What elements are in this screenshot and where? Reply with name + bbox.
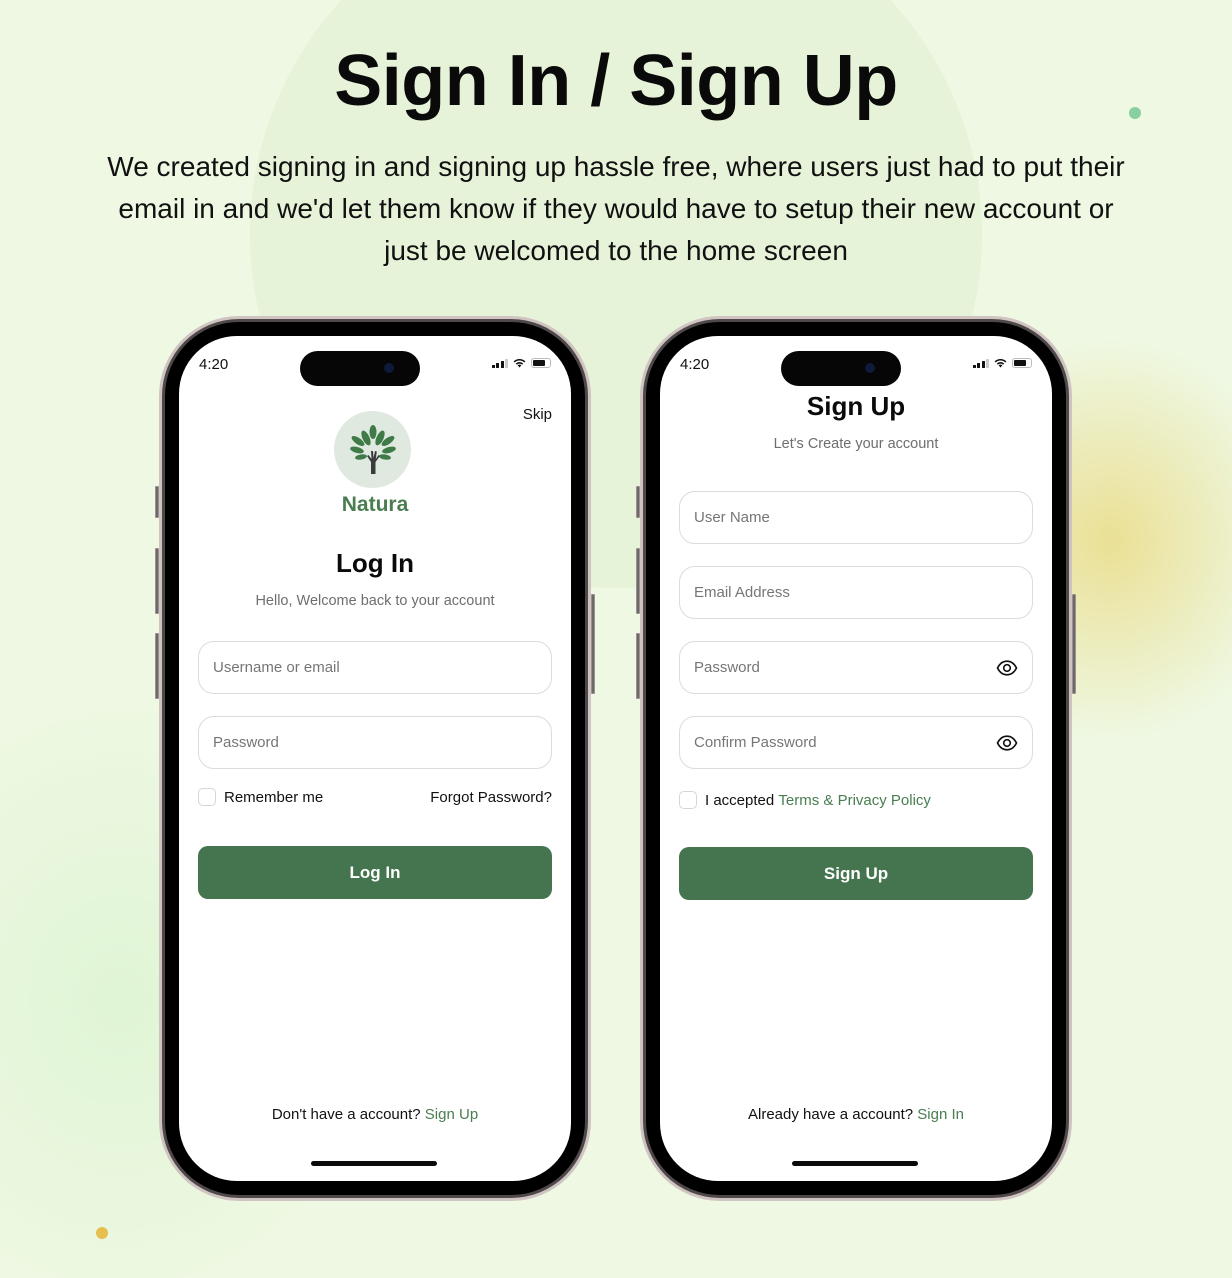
phone-mockup-signup: 4:20 Sign Up Let's Create your account U… [640, 316, 1072, 1201]
username-input[interactable] [213, 659, 537, 676]
password-input[interactable] [694, 659, 996, 676]
wifi-icon [994, 358, 1007, 368]
signin-prompt-text: Already have a account? [748, 1106, 914, 1123]
signin-prompt: Already have a account? Sign In [660, 1106, 1052, 1123]
terms-link[interactable]: Terms & Privacy Policy [778, 792, 931, 809]
username-field[interactable] [198, 641, 552, 694]
volume-up-button [636, 548, 640, 614]
confirm-password-field[interactable] [679, 716, 1033, 769]
wifi-icon [513, 358, 526, 368]
login-title: Log In [336, 548, 414, 578]
signup-title: Sign Up [806, 391, 906, 421]
battery-icon [531, 358, 551, 368]
login-button[interactable]: Log In [198, 846, 552, 899]
signup-screen: 4:20 Sign Up Let's Create your account U… [660, 336, 1052, 1181]
email-field[interactable] [679, 566, 1033, 619]
confirm-password-input[interactable] [694, 734, 996, 751]
volume-down-button [155, 633, 159, 699]
camera-icon [865, 363, 875, 373]
cellular-signal-icon [491, 358, 508, 368]
terms-row: I accepted Terms & Privacy Policy [679, 791, 1033, 809]
signin-link[interactable]: Sign In [917, 1106, 964, 1123]
remember-row: Remember me Forgot Password? [198, 788, 552, 806]
action-button [636, 486, 640, 518]
terms-prefix[interactable]: I accepted [705, 792, 774, 809]
status-icons [972, 358, 1032, 368]
camera-icon [384, 363, 394, 373]
decorative-dot-yellow [96, 1227, 108, 1239]
password-field[interactable] [198, 716, 552, 769]
page-title: Sign In / Sign Up [334, 41, 898, 121]
skip-button[interactable]: Skip [523, 406, 552, 423]
signup-link[interactable]: Sign Up [425, 1106, 478, 1123]
forgot-password-link[interactable]: Forgot Password? [430, 789, 552, 806]
dynamic-island [781, 351, 901, 386]
home-indicator[interactable] [311, 1161, 437, 1166]
remember-me-label[interactable]: Remember me [224, 789, 323, 806]
tree-hand-icon [349, 424, 396, 474]
status-icons [491, 358, 551, 368]
eye-icon[interactable] [996, 732, 1018, 754]
power-button [1072, 594, 1076, 694]
page-description: We created signing in and signing up has… [107, 151, 1125, 266]
volume-down-button [636, 633, 640, 699]
logo [334, 411, 411, 488]
signup-prompt: Don't have a account? Sign Up [179, 1106, 571, 1123]
login-subtitle: Hello, Welcome back to your account [255, 593, 495, 609]
login-screen: 4:20 Skip Natura Log In Hello, Welcome b… [179, 336, 571, 1181]
username-input[interactable] [694, 509, 1018, 526]
action-button [155, 486, 159, 518]
cellular-signal-icon [972, 358, 989, 368]
brand-name: Natura [341, 493, 409, 516]
power-button [591, 594, 595, 694]
phone-mockup-login: 4:20 Skip Natura Log In Hello, Welcome b… [159, 316, 591, 1201]
email-input[interactable] [694, 584, 1018, 601]
eye-icon[interactable] [996, 657, 1018, 679]
volume-up-button [155, 548, 159, 614]
signup-button[interactable]: Sign Up [679, 847, 1033, 900]
status-time: 4:20 [199, 356, 229, 373]
signup-prompt-text: Don't have a account? [271, 1106, 421, 1123]
status-time: 4:20 [680, 356, 710, 373]
home-indicator[interactable] [792, 1161, 918, 1166]
password-field[interactable] [679, 641, 1033, 694]
terms-checkbox[interactable] [679, 791, 697, 809]
username-field[interactable] [679, 491, 1033, 544]
remember-me-checkbox[interactable] [198, 788, 216, 806]
signup-subtitle: Let's Create your account [773, 436, 939, 452]
battery-icon [1012, 358, 1032, 368]
password-input[interactable] [213, 734, 537, 751]
dynamic-island [300, 351, 420, 386]
